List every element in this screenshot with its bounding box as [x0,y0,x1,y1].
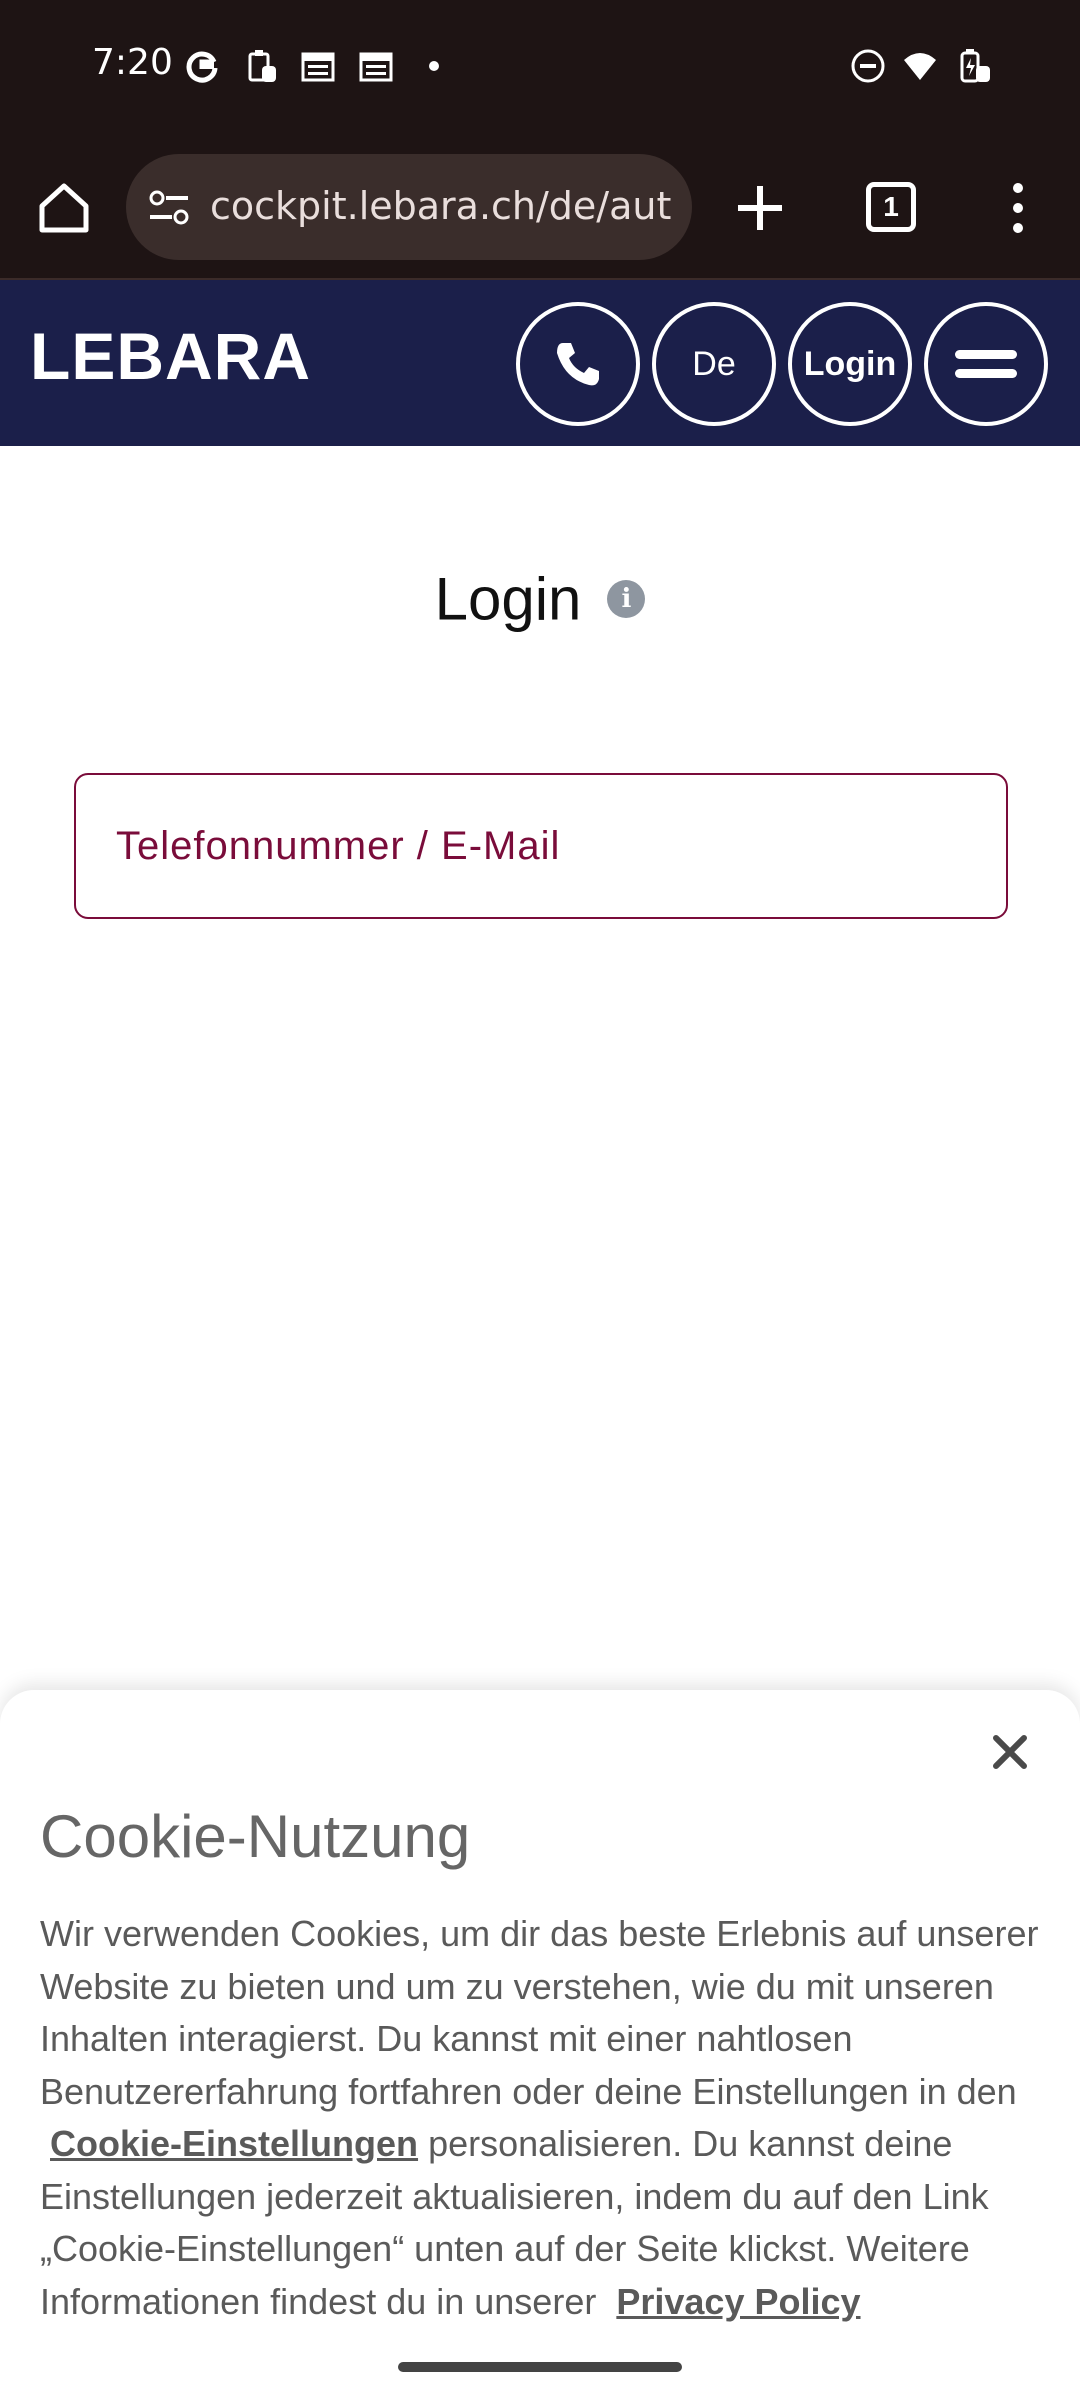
more-icon[interactable] [1000,178,1036,238]
clipboard-icon [248,50,276,82]
dot-icon [429,61,439,71]
do-not-disturb-icon [851,49,885,83]
menu-button[interactable] [924,302,1048,426]
gesture-nav-bar[interactable] [398,2362,682,2372]
cookie-text-part1: Wir verwenden Cookies, um dir das beste … [40,1913,1039,2112]
calendar-icon [301,52,335,82]
cookie-banner: Cookie-Nutzung Wir verwenden Cookies, um… [0,1690,1080,2400]
page-title: Login [434,565,582,633]
phone-icon [557,343,599,386]
page-title-row: Login i [0,560,1080,634]
new-tab-icon[interactable] [732,180,788,236]
home-icon[interactable] [34,178,94,238]
identifier-input[interactable] [76,775,1006,917]
browser-toolbar: cockpit.lebara.ch/de/aut 1 [0,136,1080,280]
url-text: cockpit.lebara.ch/de/aut [210,184,672,228]
battery-charging-icon [960,49,990,83]
calendar-icon [359,52,393,82]
privacy-policy-link[interactable]: Privacy Policy [616,2281,860,2322]
site-settings-icon[interactable] [148,188,190,228]
language-button[interactable]: De [652,302,776,426]
site-header: LEBARA De Login [0,280,1080,446]
status-bar: 7:20 [0,0,1080,136]
close-icon[interactable] [986,1728,1034,1776]
login-button[interactable]: Login [788,302,912,426]
tab-count: 1 [883,191,899,222]
wifi-icon [904,53,936,80]
cookie-title: Cookie-Nutzung [40,1803,471,1870]
address-bar[interactable]: cockpit.lebara.ch/de/aut [126,154,692,260]
menu-icon [955,350,1017,378]
status-time: 7:20 [92,42,173,83]
cookie-text: Wir verwenden Cookies, um dir das beste … [40,1908,1050,2328]
lebara-logo[interactable]: LEBARA [30,318,311,394]
phone-button[interactable] [516,302,640,426]
cookie-settings-link[interactable]: Cookie-Einstellungen [50,2123,418,2164]
google-g-icon [186,51,218,83]
info-icon[interactable]: i [607,580,646,619]
identifier-field-wrapper [74,773,1008,919]
tabs-icon[interactable]: 1 [866,182,916,232]
